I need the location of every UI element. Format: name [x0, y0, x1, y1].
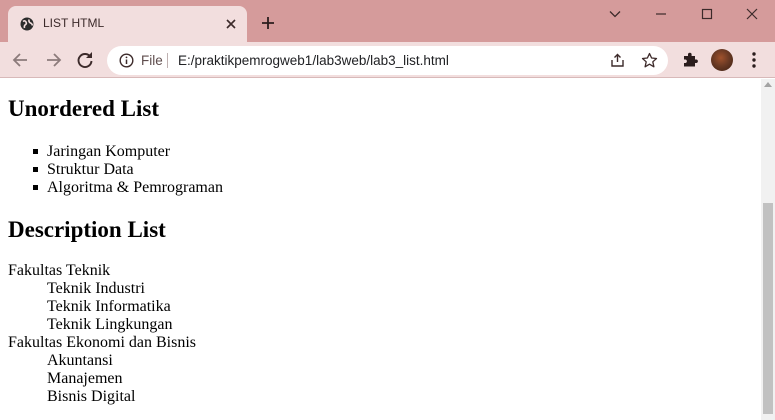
maximize-button[interactable]	[684, 0, 730, 28]
new-tab-icon[interactable]	[260, 15, 276, 31]
description-term: Fakultas Ekonomi dan Bisnis	[8, 334, 196, 351]
forward-arrow-icon[interactable]	[43, 50, 63, 70]
list-item: Struktur Data	[47, 161, 134, 178]
address-bar[interactable]: File E:/praktikpemrogweb1/lab3web/lab3_l…	[107, 46, 668, 75]
tab-title: LIST HTML	[43, 16, 105, 30]
description-detail: Akuntansi	[47, 352, 113, 369]
list-bullet	[33, 185, 38, 190]
description-detail: Teknik Lingkungan	[47, 316, 173, 333]
close-window-button[interactable]	[729, 0, 775, 28]
omnibox-divider	[167, 53, 168, 68]
tab-search-button[interactable]	[592, 0, 638, 28]
page-viewport: Unordered List Jaringan Komputer Struktu…	[0, 79, 761, 420]
profile-avatar[interactable]	[711, 49, 733, 71]
list-item: Jaringan Komputer	[47, 143, 171, 160]
url-scheme-label: File	[141, 53, 163, 68]
description-detail: Bisnis Digital	[47, 388, 136, 405]
browser-toolbar: File E:/praktikpemrogweb1/lab3web/lab3_l…	[0, 42, 775, 78]
info-icon[interactable]	[119, 53, 134, 68]
description-list-heading: Description List	[8, 217, 166, 242]
bookmark-star-icon[interactable]	[641, 52, 658, 69]
url-text[interactable]: E:/praktikpemrogweb1/lab3web/lab3_list.h…	[178, 53, 449, 68]
more-vert-icon[interactable]	[746, 51, 762, 69]
list-bullet	[33, 167, 38, 172]
minimize-button[interactable]	[638, 0, 684, 28]
reload-icon[interactable]	[75, 50, 95, 70]
description-term: Fakultas Teknik	[8, 262, 111, 279]
maximize-icon	[701, 8, 713, 20]
minimize-icon	[656, 13, 666, 15]
close-icon	[746, 8, 758, 20]
chevron-down-icon	[609, 11, 621, 18]
globe-icon	[20, 17, 34, 31]
share-icon[interactable]	[609, 52, 626, 69]
unordered-list-heading: Unordered List	[8, 96, 159, 121]
back-arrow-icon[interactable]	[11, 50, 31, 70]
browser-tab[interactable]: LIST HTML	[8, 6, 247, 42]
tab-strip: LIST HTML	[0, 0, 775, 42]
description-detail: Teknik Informatika	[47, 298, 171, 315]
description-detail: Manajemen	[47, 370, 123, 387]
list-bullet	[33, 149, 38, 154]
scrollbar-thumb[interactable]	[763, 203, 773, 414]
vertical-scrollbar[interactable]	[761, 79, 775, 420]
close-tab-icon[interactable]	[223, 16, 239, 32]
list-item: Algoritma & Pemrograman	[47, 179, 223, 196]
description-detail: Teknik Industri	[47, 280, 145, 297]
puzzle-icon[interactable]	[681, 51, 699, 69]
scroll-up-arrow-icon[interactable]	[764, 82, 772, 87]
